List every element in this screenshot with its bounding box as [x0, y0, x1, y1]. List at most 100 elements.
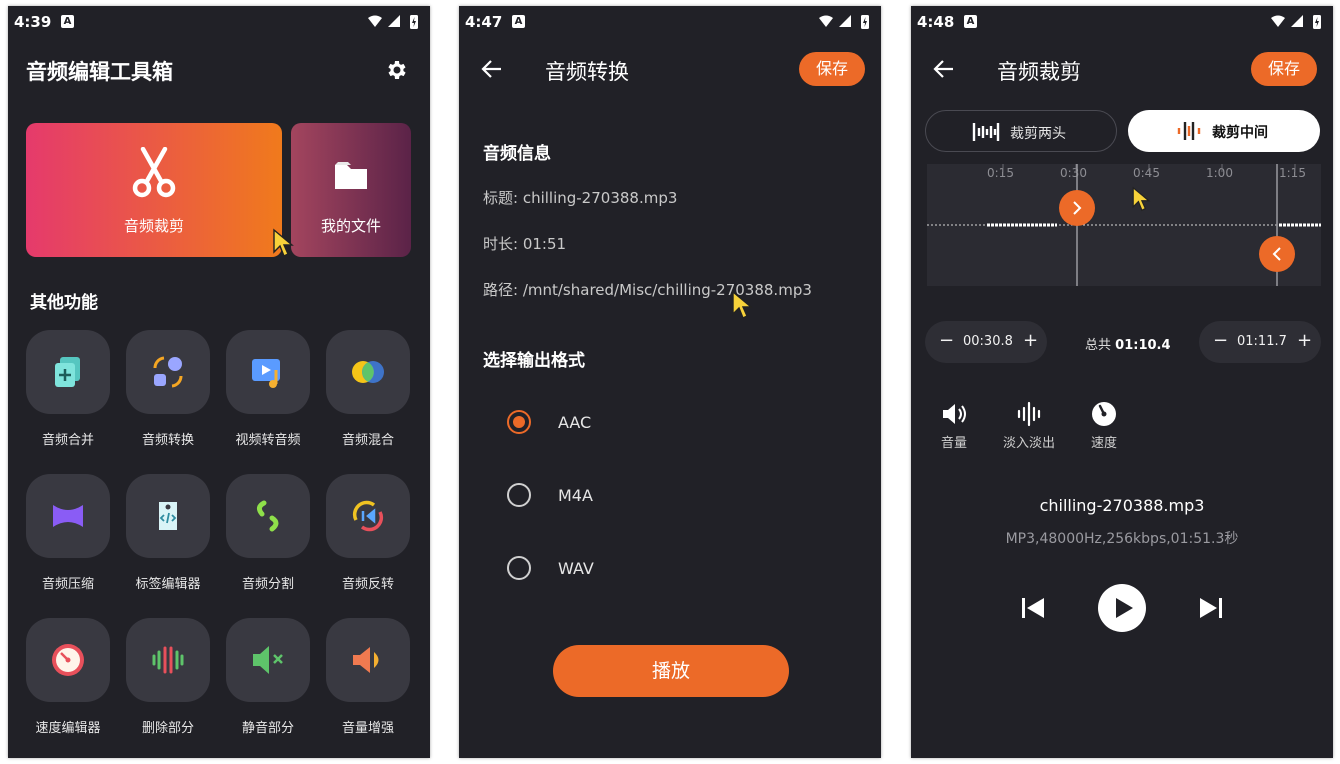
status-time: 4:47 [465, 13, 503, 31]
format-m4a-label: M4A [558, 486, 593, 505]
tool-mute-part-label: 静音部分 [241, 721, 294, 736]
end-minus-button[interactable]: − [1213, 330, 1228, 351]
chevron-left-icon [1272, 247, 1281, 261]
mute-part-icon [253, 646, 283, 674]
audio-duration: 时长: 01:51 [483, 235, 567, 253]
start-plus-button[interactable]: + [1023, 330, 1038, 351]
waveform [927, 164, 1321, 286]
arrow-left-icon [933, 60, 953, 78]
my-files-card[interactable]: 我的文件 [291, 123, 411, 257]
folder-icon [335, 162, 367, 189]
tool-video-to-audio[interactable] [226, 330, 310, 414]
tool-compress-label: 音频压缩 [41, 577, 94, 592]
tool-compress[interactable] [26, 474, 110, 558]
total-duration: 总共 01:10.4 [1085, 334, 1171, 353]
radio-m4a[interactable] [507, 483, 531, 507]
tool-delete-part[interactable] [126, 618, 210, 702]
tool-volume-boost[interactable] [326, 618, 410, 702]
audio-info-title: 音频信息 [483, 144, 551, 164]
tool-mix[interactable] [326, 330, 410, 414]
chevron-right-icon [1073, 201, 1082, 215]
save-button[interactable]: 保存 [799, 52, 865, 86]
trim-ends-icon [972, 123, 1000, 141]
tool-tag-editor-label: 标签编辑器 [135, 577, 201, 592]
end-time-value: 01:11.7 [1237, 334, 1287, 349]
mode-trim-ends[interactable]: 裁剪两头 [925, 110, 1117, 152]
back-button[interactable] [933, 58, 955, 84]
mode-trim-ends-label: 裁剪两头 [1010, 126, 1066, 142]
tool-speed-editor-label: 速度编辑器 [35, 721, 101, 736]
audio-path: 路径: /mnt/shared/Misc/chilling-270388.mp3 [483, 281, 812, 299]
radio-wav[interactable] [507, 556, 531, 580]
speed-icon [52, 644, 84, 676]
screen-toolbox: 4:39 A 音频编辑工具箱 音频裁剪 我的文件 其他功能 音频合并 音频转换 … [8, 6, 430, 758]
tool-convert[interactable] [126, 330, 210, 414]
volume-tool[interactable]: 音量 [919, 400, 989, 451]
start-minus-button[interactable]: − [939, 330, 954, 351]
signal-battery-icon [1271, 15, 1321, 29]
signal-battery-icon [368, 15, 418, 29]
volume-icon [943, 404, 966, 424]
trim-start-handle[interactable] [1059, 190, 1095, 226]
fade-tool[interactable]: 淡入淡出 [994, 400, 1064, 451]
total-label: 总共 [1085, 338, 1112, 353]
video-to-audio-icon [252, 359, 280, 388]
play-pause-button[interactable] [1098, 584, 1146, 632]
tag-icon [159, 502, 177, 530]
end-time-stepper[interactable]: − 01:11.7 + [1199, 321, 1321, 363]
back-button[interactable] [481, 58, 503, 84]
end-plus-button[interactable]: + [1297, 330, 1312, 351]
format-aac-label: AAC [558, 413, 592, 432]
waveform-panel[interactable]: 0:15 0:30 0:45 1:00 1:15 [927, 164, 1321, 286]
mouse-cursor-icon [732, 290, 753, 319]
skip-previous-icon [1022, 598, 1044, 618]
status-icons [817, 14, 873, 34]
status-bar: 4:47 A [459, 6, 881, 38]
tool-video-to-audio-label: 视频转音频 [235, 433, 301, 448]
tool-speed-editor[interactable] [26, 618, 110, 702]
tool-delete-part-label: 删除部分 [141, 721, 194, 736]
play-button[interactable]: 播放 [553, 645, 789, 697]
status-time: 4:39 [14, 13, 52, 31]
speed-label: 速度 [1090, 436, 1117, 451]
status-icons [366, 14, 422, 34]
audio-trim-label: 音频裁剪 [123, 217, 184, 235]
fade-icon [1017, 401, 1041, 427]
trim-end-handle[interactable] [1259, 236, 1295, 272]
next-button[interactable] [1197, 594, 1225, 626]
notification-icon: A [964, 15, 977, 28]
mouse-cursor-icon [1132, 186, 1151, 212]
mix-icon [352, 361, 384, 383]
start-time-stepper[interactable]: − 00:30.8 + [925, 321, 1047, 363]
settings-button[interactable] [384, 58, 408, 86]
tool-mute-part[interactable] [226, 618, 310, 702]
audio-trim-card[interactable]: 音频裁剪 [26, 123, 282, 257]
output-format-title: 选择输出格式 [483, 351, 585, 371]
tool-convert-label: 音频转换 [141, 433, 194, 448]
gear-icon [388, 61, 406, 79]
volume-boost-icon [353, 647, 379, 673]
mode-trim-middle[interactable]: 裁剪中间 [1128, 110, 1320, 152]
tool-tag-editor[interactable] [126, 474, 210, 558]
delete-part-icon [152, 646, 184, 674]
tool-split-label: 音频分割 [241, 577, 294, 592]
tool-merge-label: 音频合并 [41, 433, 94, 448]
fade-label: 淡入淡出 [1002, 436, 1055, 451]
radio-aac[interactable] [507, 410, 531, 434]
speed-icon [1092, 402, 1116, 426]
my-files-label: 我的文件 [320, 217, 381, 235]
other-functions-title: 其他功能 [30, 293, 98, 313]
tool-reverse[interactable] [326, 474, 410, 558]
mouse-cursor-icon [273, 228, 294, 257]
save-button[interactable]: 保存 [1251, 52, 1317, 86]
tool-reverse-label: 音频反转 [341, 577, 394, 592]
speed-tool[interactable]: 速度 [1069, 400, 1139, 451]
previous-button[interactable] [1019, 594, 1047, 626]
skip-next-icon [1200, 598, 1222, 618]
tool-merge[interactable] [26, 330, 110, 414]
mode-trim-middle-label: 裁剪中间 [1212, 125, 1268, 141]
tool-volume-boost-label: 音量增强 [341, 721, 394, 736]
arrow-left-icon [481, 60, 501, 78]
trim-middle-icon [1177, 122, 1201, 140]
tool-split[interactable] [226, 474, 310, 558]
